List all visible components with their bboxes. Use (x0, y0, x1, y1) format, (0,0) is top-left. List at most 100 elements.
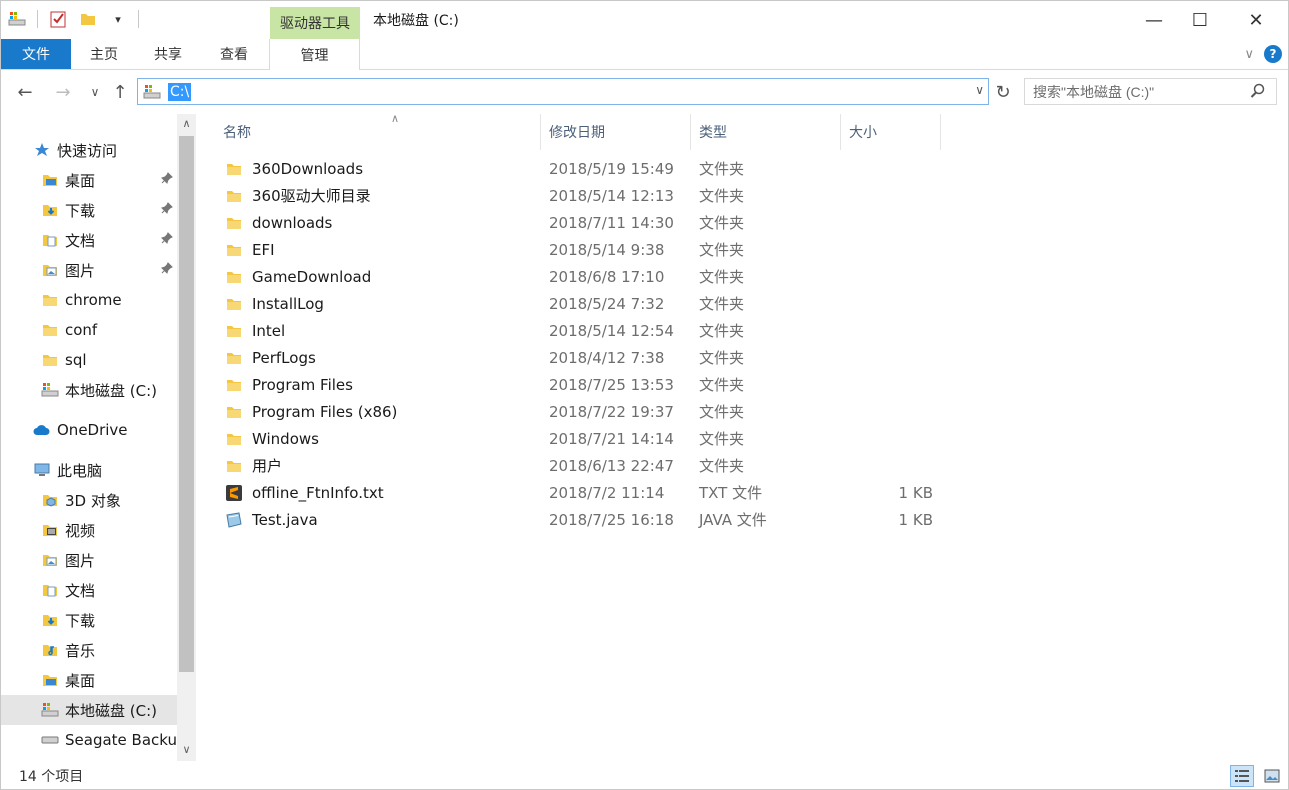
3d-objects-folder-icon (41, 491, 59, 509)
tab-file[interactable]: 文件 (1, 39, 71, 69)
folder-icon (225, 214, 243, 232)
file-date: 2018/7/2 11:14 (549, 483, 665, 502)
sidebar-item[interactable]: 下载 (1, 195, 177, 225)
file-row[interactable]: InstallLog 2018/5/24 7:32 文件夹 (217, 290, 1177, 317)
file-size (849, 236, 933, 263)
sidebar-item[interactable]: Seagate Backup (1, 725, 177, 755)
tab-home[interactable]: 主页 (73, 39, 135, 69)
file-type: 文件夹 (699, 457, 745, 475)
sidebar-item-label: OneDrive (57, 421, 128, 439)
sidebar-scrollbar[interactable]: ∧ ∨ (177, 114, 196, 761)
file-row[interactable]: offline_FtnInfo.txt 2018/7/2 11:14 TXT 文件 1… (217, 479, 1177, 506)
file-row[interactable]: Test.java 2018/7/25 16:18 JAVA 文件 1 KB (217, 506, 1177, 533)
column-header-name[interactable]: 名称 ∧ (215, 112, 541, 150)
address-bar[interactable]: C:\ ∨ (137, 78, 989, 105)
file-name: EFI (252, 240, 275, 259)
file-type: 文件夹 (699, 160, 745, 178)
file-list: 名称 ∧ 修改日期 类型 大小 360Downloads 2018/5/19 15… (197, 112, 1289, 761)
sidebar-item[interactable]: 桌面 (1, 665, 177, 695)
sidebar-item[interactable]: 此电脑 (1, 455, 177, 485)
file-date: 2018/5/14 12:13 (549, 186, 674, 205)
file-row[interactable]: Intel 2018/5/14 12:54 文件夹 (217, 317, 1177, 344)
file-row[interactable]: 360Downloads 2018/5/19 15:49 文件夹 (217, 155, 1177, 182)
search-input[interactable] (1033, 83, 1253, 100)
file-type: 文件夹 (699, 214, 745, 232)
address-path-text[interactable]: C:\ (168, 82, 192, 101)
file-row[interactable]: 360驱动大师目录 2018/5/14 12:13 文件夹 (217, 182, 1177, 209)
file-type: 文件夹 (699, 430, 745, 448)
file-row[interactable]: 用户 2018/6/13 22:47 文件夹 (217, 452, 1177, 479)
file-row[interactable]: Program Files (x86) 2018/7/22 19:37 文件夹 (217, 398, 1177, 425)
tab-view[interactable]: 查看 (201, 39, 267, 69)
details-view-icon[interactable] (1230, 765, 1254, 787)
file-type: 文件夹 (699, 268, 745, 286)
close-button[interactable]: ✕ (1233, 1, 1279, 39)
column-header-date[interactable]: 修改日期 (541, 114, 691, 150)
scroll-down-button[interactable]: ∨ (177, 740, 196, 759)
pin-icon (161, 172, 173, 187)
app-drive-icon[interactable] (7, 9, 27, 29)
file-row[interactable]: downloads 2018/7/11 14:30 文件夹 (217, 209, 1177, 236)
sidebar-item-label: 下载 (65, 201, 96, 220)
sidebar-item[interactable]: 快速访问 (1, 135, 177, 165)
scroll-up-button[interactable]: ∧ (177, 114, 196, 133)
sidebar-item[interactable]: 图片 (1, 545, 177, 575)
search-icon[interactable] (1250, 83, 1266, 103)
computer-icon (33, 461, 51, 479)
folder-icon (225, 403, 243, 421)
sidebar-item[interactable]: chrome (1, 285, 177, 315)
column-header-type[interactable]: 类型 (691, 114, 841, 150)
sidebar-item[interactable]: 音乐 (1, 635, 177, 665)
up-button[interactable]: ↑ (108, 80, 132, 104)
folder-icon (225, 457, 243, 475)
sidebar-item[interactable]: 图片 (1, 255, 177, 285)
file-row[interactable]: Windows 2018/7/21 14:14 文件夹 (217, 425, 1177, 452)
file-size: 1 KB (898, 483, 933, 502)
address-dropdown-icon[interactable]: ∨ (975, 83, 984, 97)
sidebar-item[interactable]: 本地磁盘 (C:) (1, 695, 177, 725)
sidebar-item[interactable]: 文档 (1, 225, 177, 255)
sidebar-item[interactable]: 3D 对象 (1, 485, 177, 515)
refresh-button[interactable]: ↻ (992, 80, 1014, 104)
sidebar-item[interactable]: 下载 (1, 605, 177, 635)
scroll-thumb[interactable] (179, 136, 194, 672)
music-folder-icon (41, 641, 59, 659)
sidebar-item[interactable]: OneDrive (1, 415, 177, 445)
sidebar-item[interactable]: conf (1, 315, 177, 345)
minimize-button[interactable]: — (1131, 1, 1177, 39)
back-button[interactable]: ← (13, 80, 37, 104)
file-type: JAVA 文件 (699, 511, 767, 529)
file-size (849, 398, 933, 425)
column-header-size[interactable]: 大小 (841, 114, 941, 150)
sidebar-item[interactable]: 文档 (1, 575, 177, 605)
large-icons-view-icon[interactable] (1260, 765, 1284, 787)
file-type: 文件夹 (699, 241, 745, 259)
search-box[interactable] (1024, 78, 1277, 105)
file-date: 2018/6/13 22:47 (549, 456, 674, 475)
sidebar-item[interactable]: sql (1, 345, 177, 375)
file-row[interactable]: Program Files 2018/7/25 13:53 文件夹 (217, 371, 1177, 398)
file-row[interactable]: EFI 2018/5/14 9:38 文件夹 (217, 236, 1177, 263)
folder-icon (225, 376, 243, 394)
sidebar-item[interactable]: 桌面 (1, 165, 177, 195)
recent-locations-button[interactable]: ∨ (83, 80, 107, 104)
sidebar-item[interactable]: 视频 (1, 515, 177, 545)
customize-qat-icon[interactable]: ▾ (108, 9, 128, 29)
download-folder-icon (41, 201, 59, 219)
file-size (849, 317, 933, 344)
sidebar-item-label: 图片 (65, 551, 96, 570)
properties-icon[interactable] (48, 9, 68, 29)
folder-icon (225, 187, 243, 205)
help-icon[interactable]: ? (1264, 45, 1282, 63)
maximize-button[interactable]: ☐ (1177, 1, 1223, 39)
ribbon-expand-icon[interactable]: ∨ (1244, 47, 1254, 62)
file-row[interactable]: GameDownload 2018/6/8 17:10 文件夹 (217, 263, 1177, 290)
tab-share[interactable]: 共享 (137, 39, 199, 69)
file-row[interactable]: PerfLogs 2018/4/12 7:38 文件夹 (217, 344, 1177, 371)
forward-button[interactable]: → (51, 80, 75, 104)
tab-manage[interactable]: 管理 (269, 39, 360, 70)
file-date: 2018/7/25 13:53 (549, 375, 674, 394)
sidebar-item[interactable]: 本地磁盘 (C:) (1, 375, 177, 405)
new-folder-icon[interactable] (78, 9, 98, 29)
sidebar-item-label: conf (65, 321, 98, 339)
